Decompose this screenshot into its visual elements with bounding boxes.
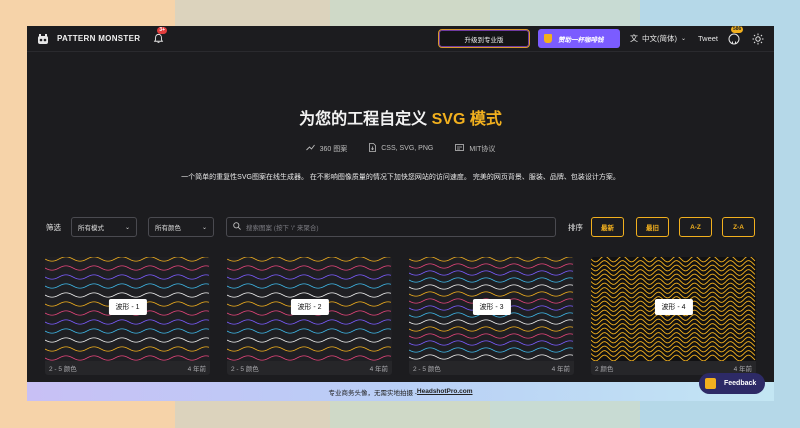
promo-banner: 专业商务头像，无需实地拍摄 - HeadshotPro.com xyxy=(27,382,774,401)
filter-label: 筛选 xyxy=(46,222,61,232)
pattern-name: 波形 - 4 xyxy=(654,299,693,315)
feedback-monster-icon xyxy=(705,378,716,389)
license-icon xyxy=(455,143,465,154)
pattern-name: 波形 - 3 xyxy=(472,299,511,315)
sort-az-button[interactable]: A-Z xyxy=(679,217,712,237)
pattern-card[interactable]: 波形 - 3 2 - 5 颜色 4 年前 xyxy=(409,257,574,375)
buy-coffee-button[interactable]: 赞助一杯咖啡钱 xyxy=(537,29,620,48)
github-stars-badge: 586 xyxy=(731,26,744,33)
card-meta: 2 - 5 颜色 4 年前 xyxy=(45,361,210,375)
sort-newest-button[interactable]: 最新 xyxy=(591,217,624,237)
upgrade-pro-button[interactable]: 升级到专业版 xyxy=(437,29,530,48)
pattern-age: 4 年前 xyxy=(733,366,752,373)
feedback-button[interactable]: Feedback xyxy=(699,373,765,394)
title-accent: SVG 模式 xyxy=(431,111,502,128)
feedback-label: Feedback xyxy=(724,380,757,387)
trend-icon xyxy=(305,144,315,153)
pattern-age: 4 年前 xyxy=(551,366,570,373)
stats-row: 360 图案 CSS, SVG, PNG MIT协议 xyxy=(27,143,774,154)
color-count: 2 - 5 颜色 xyxy=(49,366,77,373)
tweet-link[interactable]: Tweet xyxy=(698,34,718,43)
promo-text: 专业商务头像，无需实地拍摄 - xyxy=(328,389,417,397)
language-label: 中文(简体) xyxy=(641,34,677,43)
color-count: 2 颜色 xyxy=(595,366,614,373)
brand-name[interactable]: PATTERN MONSTER xyxy=(57,34,140,43)
coffee-label: 赞助一杯咖啡钱 xyxy=(557,36,604,44)
mode-select[interactable]: 所有模式 ⌄ xyxy=(71,217,137,237)
stat-license-label: MIT协议 xyxy=(469,145,496,153)
color-count: 2 - 5 颜色 xyxy=(231,366,259,373)
github-icon[interactable]: 586 xyxy=(728,26,744,45)
color-select-value: 所有颜色 xyxy=(155,225,181,232)
app-window: PATTERN MONSTER 3+ 升级到专业版 赞助一杯咖啡钱 文 中文(简… xyxy=(27,26,774,401)
color-count: 2 - 5 颜色 xyxy=(413,366,441,373)
search-icon xyxy=(233,222,241,232)
promo-link[interactable]: HeadshotPro.com xyxy=(417,388,473,395)
pattern-name: 波形 - 2 xyxy=(290,299,329,315)
chevron-down-icon: ⌄ xyxy=(201,224,207,231)
stat-license: MIT协议 xyxy=(455,143,495,154)
search-input[interactable]: 搜索图案 (按下 '/' 来聚合) xyxy=(226,217,556,237)
chevron-down-icon: ⌄ xyxy=(680,36,686,42)
pattern-age: 4 年前 xyxy=(369,366,388,373)
translate-icon: 文 xyxy=(629,34,638,43)
monster-logo-icon[interactable] xyxy=(37,33,49,45)
coffee-cup-icon xyxy=(543,34,552,43)
title-main: 为您的工程自定义 xyxy=(299,111,432,128)
page-description: 一个简单的重复性SVG图案在线生成器。 在不影响图像质量的情况下加快您网站的访问… xyxy=(181,174,620,181)
color-select[interactable]: 所有颜色 ⌄ xyxy=(148,217,214,237)
pattern-card[interactable]: 波形 - 1 2 - 5 颜色 4 年前 xyxy=(45,257,210,375)
chevron-down-icon: ⌄ xyxy=(124,224,130,231)
sort-label: 排序 xyxy=(568,222,583,232)
search-placeholder: 搜索图案 (按下 '/' 来聚合) xyxy=(246,225,319,232)
notification-bell-icon[interactable]: 3+ xyxy=(152,26,168,45)
top-nav: PATTERN MONSTER 3+ 升级到专业版 赞助一杯咖啡钱 文 中文(简… xyxy=(27,26,774,52)
pattern-name: 波形 - 1 xyxy=(108,299,147,315)
stat-formats-label: CSS, SVG, PNG xyxy=(381,145,434,152)
stat-patterns: 360 图案 xyxy=(305,143,348,154)
pattern-card[interactable]: 波形 - 2 2 - 5 颜色 4 年前 xyxy=(227,257,392,375)
card-meta: 2 - 5 颜色 4 年前 xyxy=(227,361,392,375)
sort-oldest-button[interactable]: 最旧 xyxy=(636,217,669,237)
pattern-age: 4 年前 xyxy=(187,366,206,373)
notification-badge: 3+ xyxy=(157,26,168,34)
page-title: 为您的工程自定义 SVG 模式 xyxy=(27,105,774,129)
filter-bar: 筛选 所有模式 ⌄ 所有颜色 ⌄ 搜索图案 (按下 '/' 来聚合) 排序 最新… xyxy=(46,217,755,237)
file-download-icon xyxy=(369,143,377,154)
pattern-card[interactable]: 波形 - 4 2 颜色 4 年前 xyxy=(591,257,756,375)
stat-formats: CSS, SVG, PNG xyxy=(369,143,433,154)
mode-select-value: 所有模式 xyxy=(78,225,104,232)
card-meta: 2 - 5 颜色 4 年前 xyxy=(409,361,574,375)
theme-toggle-sun-icon[interactable] xyxy=(752,33,764,45)
sort-za-button[interactable]: Z-A xyxy=(722,217,755,237)
stat-patterns-label: 360 图案 xyxy=(319,145,348,153)
language-selector[interactable]: 文 中文(简体) ⌄ xyxy=(630,33,686,44)
pattern-grid: 波形 - 1 2 - 5 颜色 4 年前 波形 - 2 2 - 5 颜色 4 年… xyxy=(45,257,756,375)
